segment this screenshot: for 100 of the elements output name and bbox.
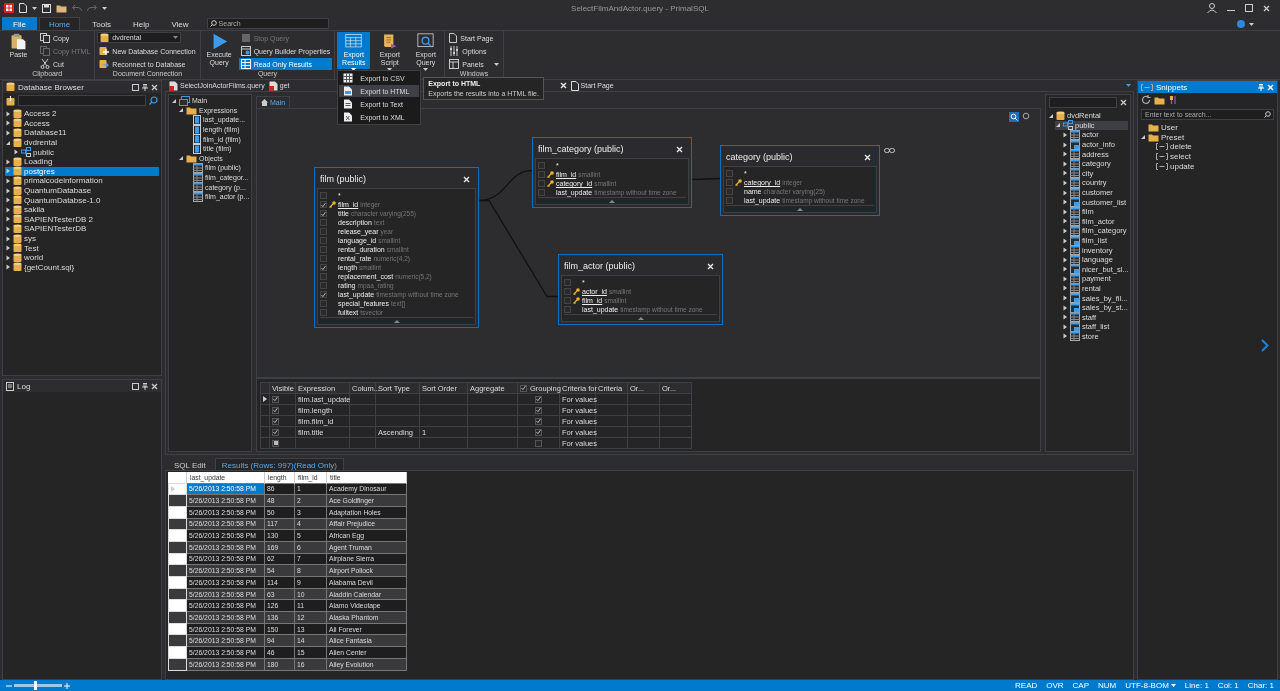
expanded-arrow-icon[interactable] [171, 97, 177, 104]
checkbox[interactable] [535, 439, 542, 447]
checkbox[interactable] [535, 406, 542, 414]
checkbox[interactable] [272, 428, 279, 436]
collapsed-arrow-icon[interactable] [5, 216, 11, 223]
snippet-tag-icon[interactable] [1168, 95, 1178, 105]
status-dot-icon[interactable] [1237, 20, 1245, 28]
collapsed-arrow-icon[interactable] [1062, 199, 1068, 206]
folder-icon[interactable] [56, 3, 67, 13]
clear-icon[interactable] [1120, 99, 1127, 106]
checkbox[interactable] [320, 282, 327, 289]
tree-item[interactable]: Database11 [5, 128, 159, 138]
checkbox[interactable] [320, 192, 327, 199]
tree-item[interactable]: Loading [5, 156, 159, 167]
collapsed-arrow-icon[interactable] [5, 197, 11, 204]
zoom-icon[interactable] [1009, 112, 1019, 122]
checkbox[interactable] [726, 188, 733, 195]
search-icon[interactable] [1264, 111, 1271, 118]
collapsed-arrow-icon[interactable] [5, 254, 11, 261]
checkbox[interactable] [564, 297, 571, 304]
collapsed-arrow-icon[interactable] [1062, 275, 1068, 282]
tree-item[interactable]: User [1140, 123, 1275, 133]
collapsed-arrow-icon[interactable] [1062, 333, 1068, 340]
table-card[interactable] [314, 167, 479, 328]
close-icon[interactable] [151, 382, 158, 390]
menu-tab[interactable]: Home [38, 17, 81, 30]
tree-item[interactable]: QuantumDatabase [5, 185, 159, 196]
checkbox[interactable] [520, 384, 527, 392]
checkbox[interactable] [538, 162, 545, 169]
collapsed-arrow-icon[interactable] [5, 158, 11, 165]
scroll-up-icon[interactable] [609, 199, 615, 203]
expanded-arrow-icon[interactable] [5, 139, 11, 146]
collapsed-arrow-icon[interactable] [1062, 237, 1068, 244]
undo-icon[interactable] [72, 4, 82, 12]
checkbox[interactable] [272, 439, 279, 447]
collapsed-arrow-icon[interactable] [1062, 141, 1068, 148]
circle-icon[interactable] [1022, 112, 1030, 120]
checkbox[interactable] [320, 228, 327, 235]
tree-item[interactable]: Preset [1140, 132, 1275, 143]
checkbox[interactable] [320, 219, 327, 226]
collapsed-arrow-icon[interactable] [1062, 314, 1068, 321]
tree-item[interactable]: public [13, 147, 159, 157]
tree-item[interactable]: update [1148, 161, 1275, 171]
collapsed-arrow-icon[interactable] [5, 225, 11, 232]
tree-item[interactable]: SAPIENTesterDB [5, 224, 159, 234]
scroll-up-icon[interactable] [797, 207, 803, 211]
tree-item[interactable]: QuantumDatabse-1.0 [5, 195, 159, 205]
pin-icon[interactable] [142, 83, 148, 91]
zoom-slider[interactable] [14, 684, 62, 687]
collapsed-arrow-icon[interactable] [1062, 170, 1068, 177]
account-icon[interactable] [1207, 3, 1217, 13]
tree-item[interactable]: {getCount.sql} [5, 262, 159, 273]
encoding-dropdown[interactable]: UTF-8-BOM [1125, 681, 1176, 690]
checkbox[interactable] [726, 170, 733, 177]
checkbox[interactable] [535, 395, 542, 403]
slider-thumb[interactable] [34, 681, 38, 690]
checkbox[interactable] [538, 189, 545, 196]
collapsed-arrow-icon[interactable] [1062, 256, 1068, 263]
save-icon[interactable] [42, 3, 51, 13]
collapsed-arrow-icon[interactable] [5, 187, 11, 194]
pin-icon[interactable] [142, 382, 148, 390]
collapsed-arrow-icon[interactable] [1062, 247, 1068, 254]
checkbox[interactable] [320, 255, 327, 262]
app-logo-icon[interactable] [4, 3, 14, 13]
tree-item[interactable]: Access 2 [5, 109, 159, 119]
checkbox[interactable] [538, 180, 545, 187]
checkbox[interactable] [320, 273, 327, 280]
folder-icon[interactable] [1154, 95, 1165, 105]
row-header[interactable] [260, 393, 270, 405]
menu-tab[interactable]: File [2, 17, 37, 30]
expanded-arrow-icon[interactable] [1055, 122, 1061, 129]
results-tab[interactable]: Results (Rows: 997)(Read Only) [214, 458, 344, 470]
checkbox[interactable] [535, 428, 542, 436]
filter-field[interactable] [1049, 97, 1117, 108]
tree-item[interactable]: SAPIENTesterDB 2 [5, 214, 159, 225]
checkbox[interactable] [564, 279, 571, 286]
checkbox[interactable] [272, 395, 279, 403]
scroll-up-icon[interactable] [393, 319, 400, 323]
collapsed-arrow-icon[interactable] [1062, 295, 1068, 302]
checkbox[interactable] [538, 171, 545, 178]
link-icon[interactable] [884, 147, 895, 154]
checkbox[interactable] [320, 309, 327, 316]
tree-item[interactable]: primalcodeinformation [5, 176, 159, 186]
new-document-icon[interactable] [19, 3, 27, 13]
menu-tab[interactable]: Help [122, 17, 160, 30]
collapsed-arrow-icon[interactable] [5, 120, 11, 127]
checkbox[interactable] [564, 288, 571, 295]
scroll-up-icon[interactable] [637, 316, 644, 320]
tree-item[interactable]: world [5, 252, 159, 263]
collapsed-arrow-icon[interactable] [1062, 179, 1068, 186]
maximize-icon[interactable] [1245, 4, 1253, 12]
collapsed-arrow-icon[interactable] [5, 130, 11, 136]
tree-item[interactable]: sakila [5, 204, 159, 215]
results-tab[interactable]: SQL Edit [167, 458, 213, 470]
collapsed-arrow-icon[interactable] [5, 245, 11, 252]
collapsed-arrow-icon[interactable] [5, 110, 11, 117]
checkbox[interactable] [320, 246, 327, 253]
collapsed-arrow-icon[interactable] [1062, 132, 1068, 138]
search-icon[interactable] [149, 96, 158, 105]
collapsed-arrow-icon[interactable] [1062, 323, 1068, 330]
